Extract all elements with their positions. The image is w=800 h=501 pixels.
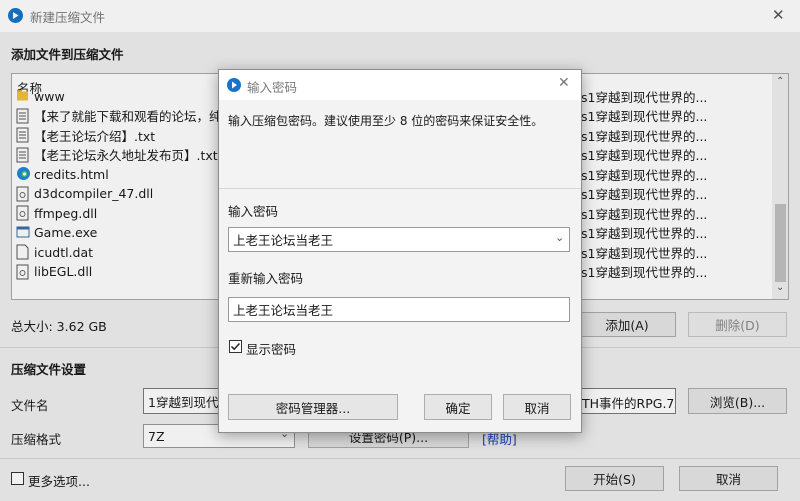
confirm-password-value: 上老王论坛当老王 xyxy=(233,303,334,318)
show-password-label[interactable]: 显示密码 xyxy=(246,339,296,358)
close-icon[interactable]: ✕ xyxy=(558,75,570,91)
password-dialog: 输入密码 ✕ 输入压缩包密码。建议使用至少 8 位的密码来保证安全性。 输入密码… xyxy=(218,69,582,433)
password-value: 上老王论坛当老王 xyxy=(233,233,334,248)
dialog-title-bar: 输入密码 ✕ xyxy=(219,70,581,100)
app-logo-icon xyxy=(227,78,241,92)
chevron-down-icon[interactable]: ⌄ xyxy=(555,231,564,244)
confirm-password-label: 重新输入密码 xyxy=(228,271,304,286)
dialog-title: 输入密码 xyxy=(247,80,298,95)
password-label: 输入密码 xyxy=(228,204,279,219)
password-manager-button[interactable]: 密码管理器... xyxy=(228,394,398,420)
password-input[interactable]: 上老王论坛当老王 ⌄ xyxy=(228,227,570,252)
dialog-cancel-button[interactable]: 取消 xyxy=(503,394,571,420)
show-password-checkbox[interactable] xyxy=(229,340,242,353)
dialog-description: 输入压缩包密码。建议使用至少 8 位的密码来保证安全性。 xyxy=(228,114,544,128)
checkmark-icon xyxy=(230,342,241,351)
confirm-password-input[interactable]: 上老王论坛当老王 xyxy=(228,297,570,322)
ok-button[interactable]: 确定 xyxy=(424,394,492,420)
dialog-divider xyxy=(219,188,581,189)
